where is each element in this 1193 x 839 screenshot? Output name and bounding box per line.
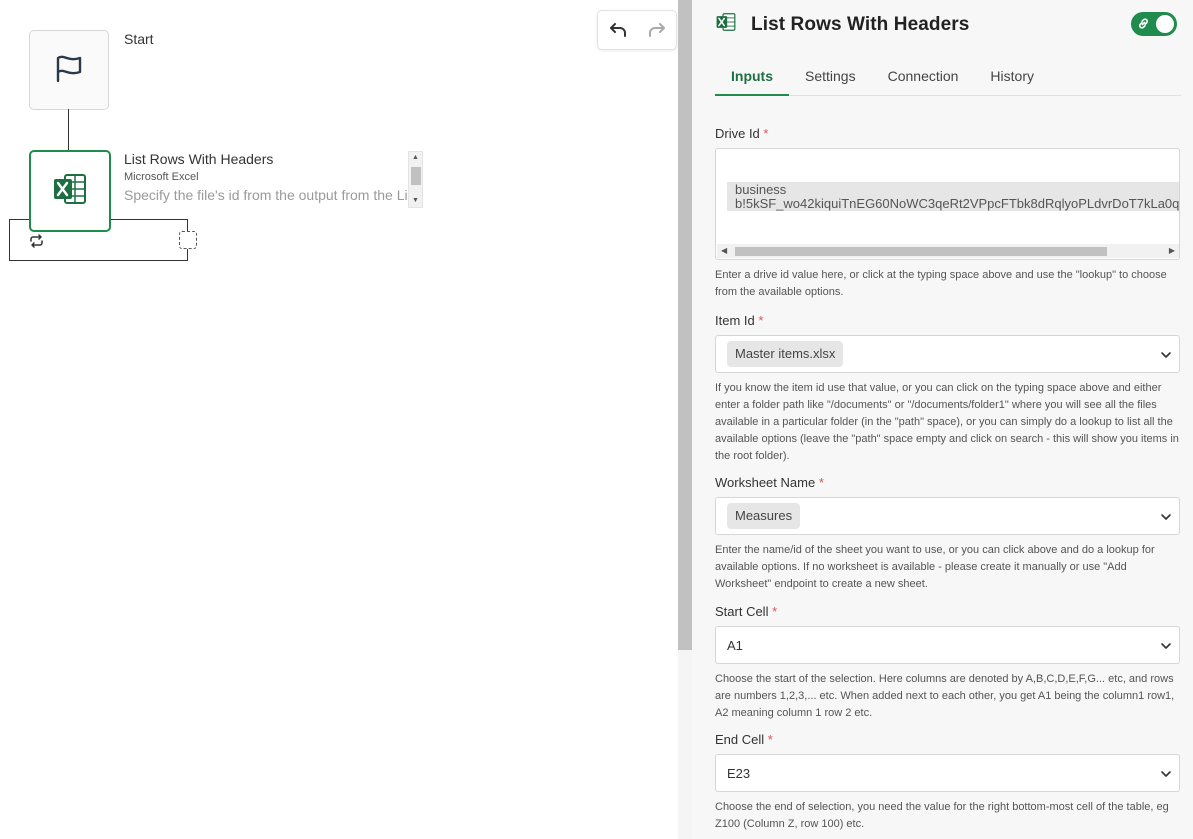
drive-id-label: Drive Id *	[715, 126, 768, 141]
canvas-scrollbar[interactable]	[678, 0, 692, 839]
required-mark: *	[763, 126, 769, 141]
undo-redo-toolbar	[597, 10, 677, 50]
drive-id-label-text: Drive Id	[715, 126, 760, 141]
worksheet-name-value-chip[interactable]: Measures	[727, 503, 801, 529]
required-mark: *	[767, 732, 773, 747]
node-description-scrollbar[interactable]: ▲ ▼	[408, 151, 423, 208]
end-cell-help: Choose the end of selection, you need th…	[715, 801, 1169, 830]
end-cell-label-text: End Cell	[715, 732, 765, 747]
end-cell-value: E23	[727, 766, 751, 781]
end-cell-select[interactable]: E23	[715, 754, 1180, 792]
panel-tabs: Inputs Settings Connection History	[715, 66, 1181, 96]
item-id-label: Item Id *	[715, 313, 763, 328]
worksheet-name-label: Worksheet Name *	[715, 475, 824, 490]
required-mark: *	[772, 604, 778, 619]
toggle-knob	[1156, 15, 1174, 33]
scroll-left-arrow-icon[interactable]: ◀	[721, 246, 727, 255]
chevron-down-icon[interactable]	[1160, 639, 1172, 651]
start-cell-value: A1	[727, 638, 743, 653]
drive-id-value-line1: business	[735, 182, 787, 197]
required-mark: *	[758, 313, 764, 328]
worksheet-name-help: Enter the name/id of the sheet you want …	[715, 544, 1155, 590]
drive-id-value-line2: b!5kSF_wo42kiquiTnEG60NoWC3qeRt2VPpcFTbk…	[735, 196, 1179, 211]
item-id-help: If you know the item id use that value, …	[715, 382, 1179, 462]
undo-icon[interactable]	[606, 18, 630, 42]
tab-connection[interactable]: Connection	[872, 66, 975, 94]
worksheet-name-select[interactable]: Measures	[715, 497, 1180, 535]
workflow-canvas[interactable]: Start List Rows With Headers Microsoft E…	[0, 0, 678, 839]
node-connector	[68, 109, 69, 150]
link-icon	[1137, 17, 1150, 35]
excel-node-description: Specify the file's id from the output fr…	[124, 187, 407, 203]
loop-icon[interactable]	[29, 234, 44, 253]
scrollbar-thumb[interactable]	[735, 247, 1107, 256]
excel-node[interactable]	[29, 150, 111, 232]
worksheet-name-label-text: Worksheet Name	[715, 475, 816, 490]
drive-id-help: Enter a drive id value here, or click at…	[715, 269, 1167, 298]
excel-node-subtitle: Microsoft Excel	[124, 171, 199, 183]
scroll-up-arrow-icon[interactable]: ▲	[412, 154, 419, 162]
start-node-label: Start	[124, 31, 154, 47]
redo-icon[interactable]	[645, 18, 669, 42]
tab-settings[interactable]: Settings	[789, 66, 872, 94]
start-node[interactable]	[29, 30, 109, 110]
item-id-value-chip[interactable]: Master items.xlsx	[727, 341, 844, 367]
scrollbar-thumb[interactable]	[678, 0, 692, 650]
chevron-down-icon[interactable]	[1160, 510, 1172, 522]
excel-icon	[716, 12, 736, 37]
tab-history[interactable]: History	[974, 66, 1050, 94]
required-mark: *	[818, 475, 824, 490]
tab-inputs[interactable]: Inputs	[715, 66, 789, 96]
drive-id-field[interactable]: business b!5kSF_wo42kiquiTnEG60NoWC3qeRt…	[715, 148, 1180, 260]
chevron-down-icon[interactable]	[1160, 348, 1172, 360]
end-cell-label: End Cell *	[715, 732, 773, 747]
panel-title: List Rows With Headers	[751, 13, 970, 35]
excel-node-title: List Rows With Headers	[124, 151, 274, 167]
flag-icon	[53, 52, 85, 89]
chevron-down-icon[interactable]	[1160, 767, 1172, 779]
drive-id-value-chip[interactable]: business b!5kSF_wo42kiquiTnEG60NoWC3qeRt…	[727, 182, 1179, 211]
scrollbar-thumb[interactable]	[411, 167, 421, 185]
item-id-label-text: Item Id	[715, 313, 755, 328]
step-config-panel: List Rows With Headers Inputs Settings C…	[692, 0, 1193, 839]
item-id-select[interactable]: Master items.xlsx	[715, 335, 1180, 373]
drive-id-horizontal-scrollbar[interactable]: ◀ ▶	[717, 244, 1179, 258]
start-cell-select[interactable]: A1	[715, 626, 1180, 664]
scroll-down-arrow-icon[interactable]: ▼	[412, 197, 419, 205]
step-enabled-toggle[interactable]	[1131, 12, 1177, 36]
start-cell-help: Choose the start of the selection. Here …	[715, 673, 1175, 719]
start-cell-label: Start Cell *	[715, 604, 777, 619]
scroll-right-arrow-icon[interactable]: ▶	[1169, 246, 1175, 255]
panel-header: List Rows With Headers	[716, 12, 969, 37]
start-cell-label-text: Start Cell	[715, 604, 769, 619]
excel-icon	[53, 173, 87, 210]
add-step-placeholder[interactable]	[179, 231, 197, 249]
